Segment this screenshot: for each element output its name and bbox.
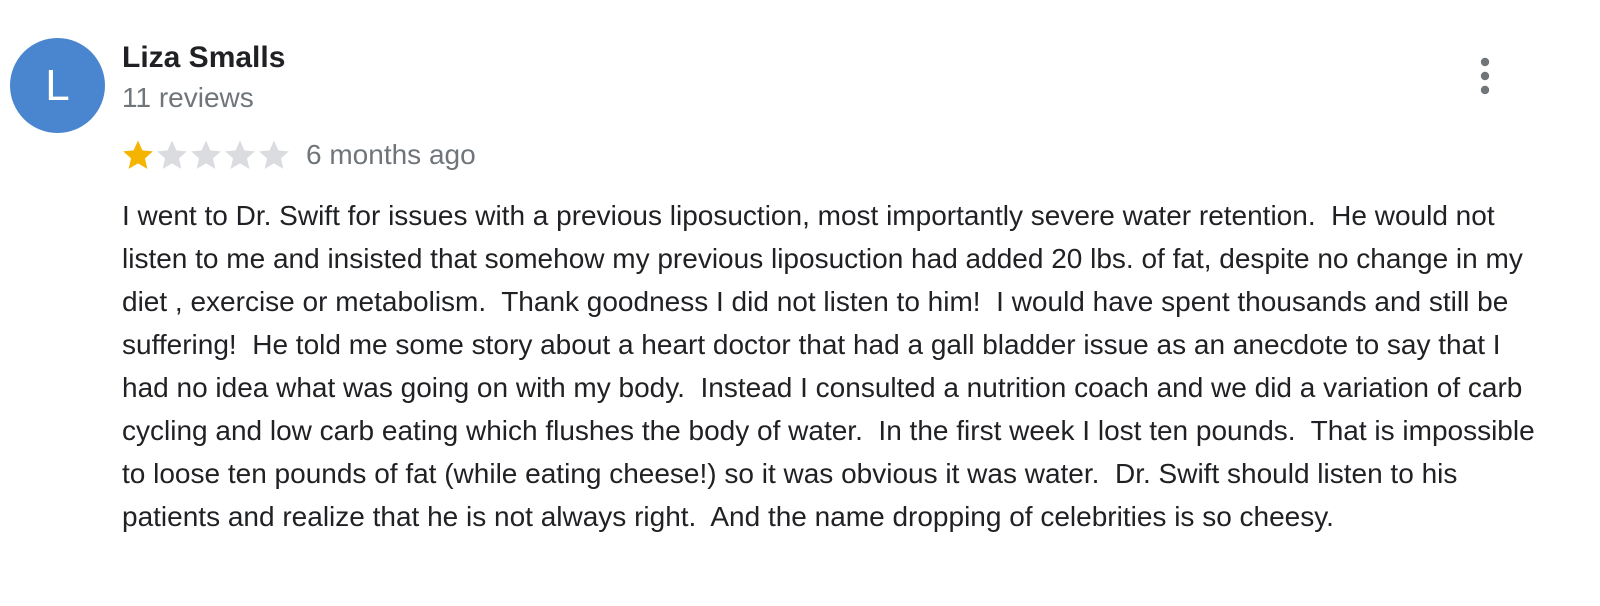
review-text: I went to Dr. Swift for issues with a pr… xyxy=(122,200,1543,532)
star-empty-icon xyxy=(259,140,289,169)
avatar[interactable]: L xyxy=(10,38,105,133)
more-vert-icon xyxy=(1480,57,1490,95)
star-empty-icon xyxy=(157,140,187,169)
star-rating xyxy=(121,138,291,172)
more-options-button[interactable] xyxy=(1466,54,1504,98)
review-count[interactable]: 11 reviews xyxy=(122,81,254,115)
author-name[interactable]: Liza Smalls xyxy=(122,40,285,76)
star-empty-icon xyxy=(225,140,255,169)
review-card: L Liza Smalls 11 reviews 6 months ago I … xyxy=(0,0,1600,606)
star-filled-icon xyxy=(123,140,153,169)
review-date: 6 months ago xyxy=(306,139,476,170)
avatar-initial: L xyxy=(45,60,70,110)
star-empty-icon xyxy=(191,140,221,169)
